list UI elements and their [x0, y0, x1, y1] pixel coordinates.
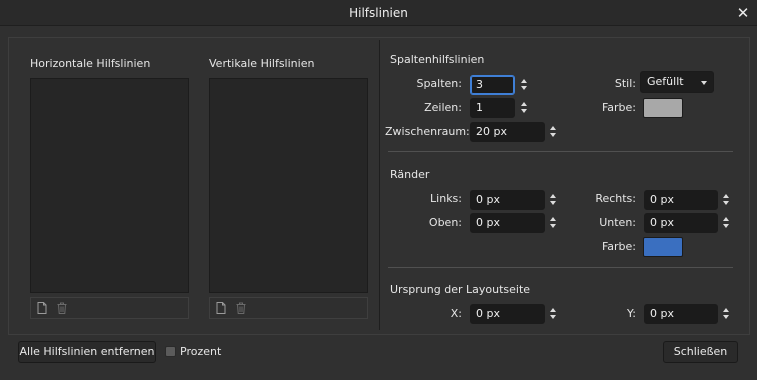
close-icon[interactable]: ✕: [733, 3, 753, 23]
zeilen-stepper[interactable]: [518, 98, 529, 118]
unten-input[interactable]: 0 px: [644, 213, 718, 233]
title-bar: Hilfslinien ✕: [0, 0, 757, 26]
unten-label: Unten:: [599, 216, 636, 229]
stil-label: Stil:: [614, 77, 636, 90]
horizontal-guides-list[interactable]: [30, 78, 189, 293]
add-guide-icon[interactable]: [214, 301, 228, 315]
horizontal-guides-toolbar: [30, 297, 189, 319]
delete-guide-icon[interactable]: [234, 301, 248, 315]
origin-x-input[interactable]: 0 px: [470, 304, 545, 324]
spalten-label: Spalten:: [416, 77, 462, 90]
zwischenraum-stepper[interactable]: [547, 122, 558, 142]
vertical-divider: [379, 40, 380, 330]
links-label: Links:: [430, 192, 462, 205]
links-input[interactable]: 0 px: [470, 190, 545, 210]
links-stepper[interactable]: [547, 190, 558, 210]
origin-y-input[interactable]: 0 px: [644, 304, 718, 324]
horizontal-guides-label: Horizontale Hilfslinien: [30, 57, 151, 70]
chevron-down-icon: [701, 81, 707, 85]
origin-section-title: Ursprung der Layoutseite: [390, 283, 531, 296]
x-label: X:: [450, 307, 462, 320]
prozent-label: Prozent: [180, 345, 222, 358]
farbe-label: Farbe:: [601, 101, 636, 114]
vertical-guides-toolbar: [209, 297, 368, 319]
add-guide-icon[interactable]: [35, 301, 49, 315]
window-title: Hilfslinien: [349, 6, 408, 20]
zwischenraum-label: Zwischenraum:: [385, 125, 470, 138]
y-label: Y:: [627, 307, 636, 320]
vertical-guides-list[interactable]: [209, 78, 368, 293]
rechts-stepper[interactable]: [720, 190, 731, 210]
section-divider: [388, 267, 733, 268]
vertical-guides-label: Vertikale Hilfslinien: [209, 57, 315, 70]
spalten-input[interactable]: 3: [470, 75, 515, 95]
oben-input[interactable]: 0 px: [470, 213, 545, 233]
prozent-checkbox[interactable]: [165, 346, 176, 357]
origin-x-stepper[interactable]: [547, 304, 558, 324]
oben-label: Oben:: [428, 216, 462, 229]
margins-section-title: Ränder: [390, 168, 430, 181]
oben-stepper[interactable]: [547, 213, 558, 233]
delete-guide-icon[interactable]: [55, 301, 69, 315]
rechts-input[interactable]: 0 px: [644, 190, 718, 210]
rechts-label: Rechts:: [595, 192, 636, 205]
spalten-stepper[interactable]: [518, 75, 529, 95]
stil-select[interactable]: Gefüllt: [640, 71, 714, 93]
zwischenraum-input[interactable]: 20 px: [470, 122, 545, 142]
stil-select-value: Gefüllt: [647, 75, 684, 88]
margin-farbe-label: Farbe:: [601, 240, 636, 253]
unten-stepper[interactable]: [720, 213, 731, 233]
section-divider: [388, 151, 733, 152]
margin-color-swatch[interactable]: [643, 237, 683, 257]
origin-y-stepper[interactable]: [720, 304, 731, 324]
columns-section-title: Spaltenhilfslinien: [390, 53, 485, 66]
zeilen-input[interactable]: 1: [470, 98, 515, 118]
remove-all-guides-button[interactable]: Alle Hilfslinien entfernen: [18, 341, 156, 363]
close-button[interactable]: Schließen: [663, 341, 738, 363]
column-color-swatch[interactable]: [643, 98, 683, 118]
zeilen-label: Zeilen:: [424, 101, 462, 114]
